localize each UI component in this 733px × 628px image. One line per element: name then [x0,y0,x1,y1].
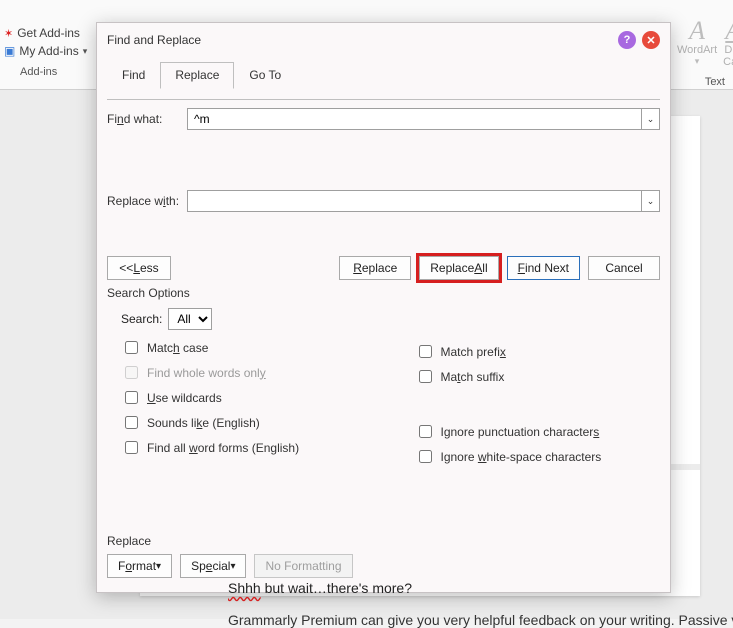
match-prefix-checkbox[interactable]: Match prefix [415,342,661,361]
replace-with-label: Replace with: [107,194,187,208]
match-suffix-checkbox[interactable]: Match suffix [415,367,661,386]
ignore-punct-checkbox[interactable]: Ignore punctuation characters [415,422,661,441]
format-button[interactable]: Format [107,554,172,578]
document-line-1[interactable]: Shhh but wait…there's more? [228,580,412,596]
sounds-like-checkbox[interactable]: Sounds like (English) [121,413,367,432]
dropcap-label: Dro [724,44,733,56]
search-options-label: Search Options [107,286,660,300]
dialog-titlebar[interactable]: Find and Replace ? ✕ [97,23,670,55]
dropcap-icon: A [725,18,733,44]
ignore-whitespace-checkbox[interactable]: Ignore white-space characters [415,447,661,466]
tab-goto[interactable]: Go To [234,62,296,89]
no-formatting-button: No Formatting [254,554,352,578]
addins-group-label: Add-ins [20,66,57,78]
dialog-title: Find and Replace [107,33,612,47]
special-button[interactable]: Special [180,554,246,578]
find-next-button[interactable]: Find Next [507,256,580,280]
document-line-2[interactable]: Grammarly Premium can give you very help… [228,612,733,628]
use-wildcards-checkbox[interactable]: Use wildcards [121,388,367,407]
wordart-button[interactable]: A WordArt ▾ [677,18,717,68]
dropcap-label2: Cap [723,56,733,68]
replace-section-label: Replace [107,534,660,548]
cancel-button[interactable]: Cancel [588,256,660,280]
spellcheck-squiggle: Shhh [228,580,261,596]
chevron-down-icon: ▾ [83,46,88,57]
find-what-dropdown[interactable]: ⌄ [641,109,659,129]
find-what-combo: ⌄ [187,108,660,130]
word-forms-checkbox[interactable]: Find all word forms (English) [121,438,367,457]
replace-button[interactable]: Replace [339,256,411,280]
find-replace-dialog: Find and Replace ? ✕ Find Replace Go To … [96,22,671,593]
find-what-input[interactable] [188,109,641,129]
match-case-checkbox[interactable]: Match case [121,338,367,357]
tab-replace[interactable]: Replace [160,62,234,89]
dropcap-button[interactable]: A Dro Cap [723,18,733,68]
help-icon[interactable]: ? [618,31,636,49]
replace-with-combo: ⌄ [187,190,660,212]
get-addins-label: Get Add-ins [17,26,80,40]
replace-with-input[interactable] [188,191,641,211]
tab-find[interactable]: Find [107,62,160,89]
ribbon-text-group: A WordArt ▾ A Dro Cap [677,18,733,68]
replace-with-dropdown[interactable]: ⌄ [641,191,659,211]
my-addins-label: My Add-ins [19,44,78,58]
get-addins-button[interactable]: ✶ Get Add-ins [0,24,95,42]
chevron-down-icon: ▾ [695,56,700,67]
wordart-icon: A [689,18,705,44]
close-icon[interactable]: ✕ [642,31,660,49]
search-direction-select[interactable]: All [168,308,212,330]
less-button[interactable]: << Less [107,256,171,280]
ribbon-addins-group: ✶ Get Add-ins ▣ My Add-ins ▾ [0,24,95,60]
wordart-label: WordArt [677,44,717,56]
find-what-label: Find what: [107,112,187,126]
replace-all-button[interactable]: Replace All [419,256,498,280]
addins-icon: ▣ [4,44,15,58]
my-addins-button[interactable]: ▣ My Add-ins ▾ [0,42,95,60]
whole-words-checkbox: Find whole words only [121,363,367,382]
search-direction-label: Search: [121,312,162,326]
text-group-label: Text [705,76,725,88]
store-icon: ✶ [4,27,13,40]
dialog-tabs: Find Replace Go To [107,61,660,88]
